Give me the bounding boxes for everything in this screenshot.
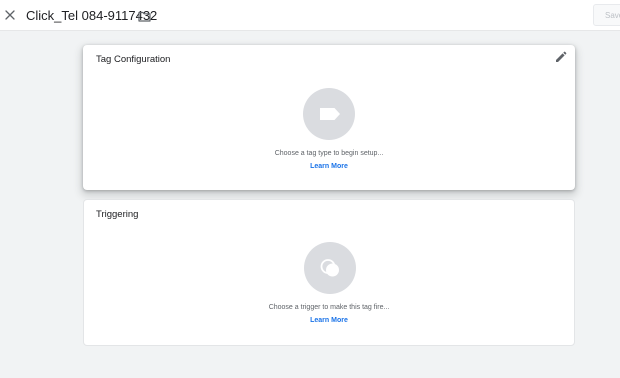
- save-button[interactable]: Save: [593, 4, 620, 26]
- trigger-learn-more-link[interactable]: Learn More: [310, 317, 348, 324]
- folder-icon[interactable]: [138, 9, 151, 22]
- trigger-placeholder[interactable]: [304, 242, 356, 294]
- tag-configuration-card[interactable]: Tag Configuration Choose a tag type to b…: [83, 45, 575, 190]
- tag-type-hint: Choose a tag type to begin setup...: [274, 150, 384, 157]
- triggering-card[interactable]: Triggering Choose a trigger to make this…: [83, 199, 575, 346]
- triggering-title: Triggering: [96, 209, 139, 220]
- tag-type-placeholder[interactable]: [303, 88, 355, 140]
- top-bar: Click_Tel 084-9117432 Save: [0, 0, 620, 31]
- tag-icon: [320, 108, 340, 120]
- pencil-icon[interactable]: [554, 51, 567, 64]
- close-icon[interactable]: [3, 8, 17, 22]
- trigger-icon: [320, 259, 339, 277]
- tag-learn-more-link[interactable]: Learn More: [310, 163, 348, 170]
- trigger-hint: Choose a trigger to make this tag fire..…: [268, 304, 390, 311]
- tag-configuration-title: Tag Configuration: [96, 54, 171, 65]
